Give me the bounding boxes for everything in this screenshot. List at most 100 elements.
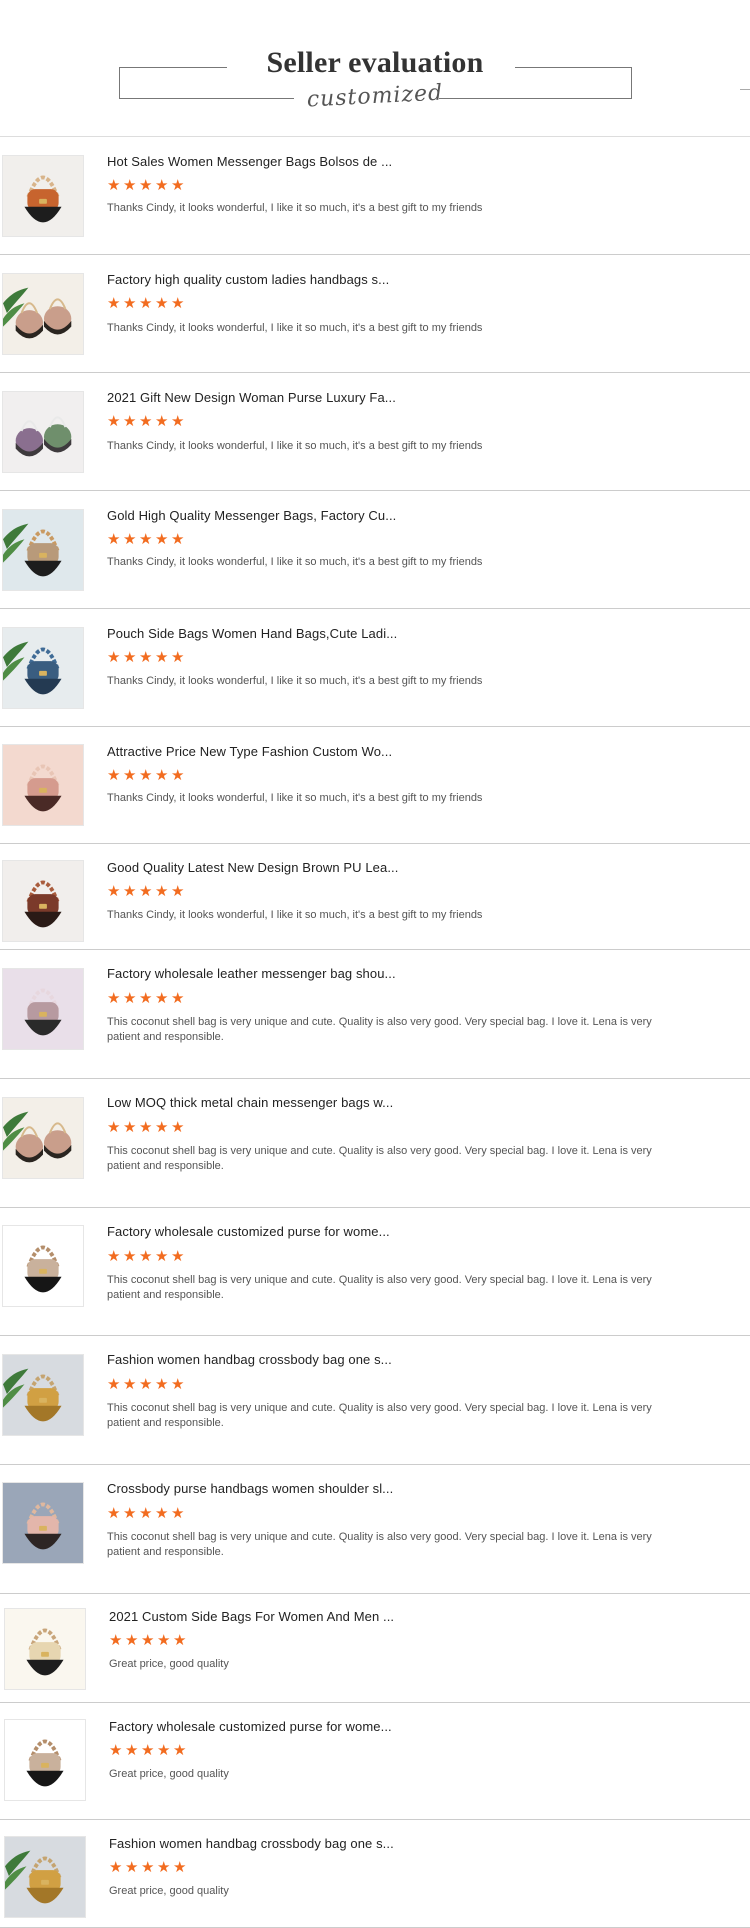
review-comment: Thanks Cindy, it looks wonderful, I like…	[107, 556, 483, 568]
review-item[interactable]: Fashion women handbag crossbody bag one …	[0, 1336, 750, 1465]
product-title-link[interactable]: Factory wholesale customized purse for w…	[109, 1719, 392, 1734]
review-item[interactable]: Hot Sales Women Messenger Bags Bolsos de…	[0, 137, 750, 255]
star-icon: ★	[157, 1632, 171, 1649]
product-thumbnail[interactable]	[2, 1225, 84, 1307]
star-icon: ★	[171, 649, 185, 666]
star-icon: ★	[107, 413, 121, 430]
product-thumbnail[interactable]	[2, 860, 84, 942]
star-icon: ★	[109, 1632, 123, 1649]
product-title-link[interactable]: Crossbody purse handbags women shoulder …	[107, 1481, 393, 1496]
star-rating: ★ ★ ★ ★ ★	[107, 1506, 185, 1521]
product-thumbnail[interactable]	[2, 1097, 84, 1179]
review-item[interactable]: Gold High Quality Messenger Bags, Factor…	[0, 491, 750, 609]
star-icon: ★	[173, 1632, 187, 1649]
product-thumbnail[interactable]	[2, 391, 84, 473]
star-icon: ★	[173, 1859, 187, 1876]
star-icon: ★	[171, 295, 185, 312]
review-comment: Thanks Cindy, it looks wonderful, I like…	[107, 675, 483, 687]
product-title-link[interactable]: Hot Sales Women Messenger Bags Bolsos de…	[107, 154, 392, 169]
product-thumbnail[interactable]	[2, 273, 84, 355]
review-item[interactable]: Factory wholesale leather messenger bag …	[0, 950, 750, 1079]
product-title-link[interactable]: Good Quality Latest New Design Brown PU …	[107, 860, 398, 875]
star-icon: ★	[123, 649, 137, 666]
star-rating: ★ ★ ★ ★ ★	[109, 1859, 187, 1876]
star-rating: ★ ★ ★ ★ ★	[109, 1632, 187, 1649]
product-title-link[interactable]: Gold High Quality Messenger Bags, Factor…	[107, 508, 396, 523]
star-icon: ★	[171, 531, 185, 548]
product-title-link[interactable]: Fashion women handbag crossbody bag one …	[107, 1352, 392, 1367]
product-thumbnail[interactable]	[2, 968, 84, 1050]
star-icon: ★	[139, 531, 153, 548]
review-item[interactable]: Attractive Price New Type Fashion Custom…	[0, 727, 750, 844]
product-thumbnail[interactable]	[2, 627, 84, 709]
star-icon: ★	[107, 883, 121, 900]
star-rating: ★ ★ ★ ★ ★	[107, 1376, 185, 1393]
star-rating: ★ ★ ★ ★ ★	[107, 1248, 185, 1265]
review-item[interactable]: Low MOQ thick metal chain messenger bags…	[0, 1079, 750, 1208]
star-icon: ★	[125, 1859, 139, 1876]
product-thumbnail[interactable]	[4, 1836, 86, 1918]
review-comment: This coconut shell bag is very unique an…	[107, 1531, 652, 1558]
product-title-link[interactable]: Attractive Price New Type Fashion Custom…	[107, 744, 392, 759]
review-item[interactable]: 2021 Gift New Design Woman Purse Luxury …	[0, 373, 750, 491]
product-thumbnail[interactable]	[4, 1719, 86, 1801]
star-icon: ★	[141, 1859, 155, 1876]
product-thumbnail[interactable]	[4, 1608, 86, 1690]
star-icon: ★	[171, 413, 185, 430]
product-thumbnail[interactable]	[2, 509, 84, 591]
review-comment: This coconut shell bag is very unique an…	[107, 1274, 652, 1301]
star-icon: ★	[139, 1376, 153, 1393]
star-icon: ★	[107, 177, 121, 194]
star-icon: ★	[155, 413, 169, 430]
star-icon: ★	[107, 531, 121, 548]
product-title-link[interactable]: Factory wholesale customized purse for w…	[107, 1224, 390, 1239]
star-icon: ★	[139, 649, 153, 666]
star-icon: ★	[123, 177, 137, 194]
star-icon: ★	[171, 1248, 185, 1265]
review-item[interactable]: Crossbody purse handbags women shoulder …	[0, 1465, 750, 1594]
product-title-link[interactable]: 2021 Custom Side Bags For Women And Men …	[109, 1609, 394, 1624]
star-icon: ★	[107, 1119, 121, 1136]
review-item[interactable]: Factory high quality custom ladies handb…	[0, 255, 750, 373]
product-thumbnail[interactable]	[2, 744, 84, 826]
star-rating: ★ ★ ★ ★ ★	[107, 413, 185, 430]
product-title-link[interactable]: Factory high quality custom ladies handb…	[107, 272, 389, 287]
star-icon: ★	[171, 177, 185, 194]
star-icon: ★	[125, 1632, 139, 1649]
review-comment: This coconut shell bag is very unique an…	[107, 1402, 652, 1429]
product-title-link[interactable]: Fashion women handbag crossbody bag one …	[109, 1836, 394, 1851]
star-icon: ★	[155, 883, 169, 900]
star-icon: ★	[123, 295, 137, 312]
star-icon: ★	[109, 1742, 123, 1759]
star-icon: ★	[171, 1119, 185, 1136]
product-thumbnail[interactable]	[2, 1482, 84, 1564]
star-icon: ★	[155, 1119, 169, 1136]
section-header: Seller evaluation customized	[0, 0, 750, 137]
product-thumbnail[interactable]	[2, 1354, 84, 1436]
star-icon: ★	[155, 1376, 169, 1393]
product-title-link[interactable]: Low MOQ thick metal chain messenger bags…	[107, 1095, 393, 1110]
product-title-link[interactable]: 2021 Gift New Design Woman Purse Luxury …	[107, 390, 396, 405]
star-icon: ★	[107, 649, 121, 666]
review-item[interactable]: Good Quality Latest New Design Brown PU …	[0, 844, 750, 950]
star-icon: ★	[139, 177, 153, 194]
star-icon: ★	[171, 883, 185, 900]
review-comment: Great price, good quality	[109, 1885, 229, 1897]
review-item[interactable]: Pouch Side Bags Women Hand Bags,Cute Lad…	[0, 609, 750, 727]
review-item[interactable]: Factory wholesale customized purse for w…	[0, 1703, 750, 1820]
review-item[interactable]: Fashion women handbag crossbody bag one …	[0, 1820, 750, 1928]
star-icon: ★	[171, 1376, 185, 1393]
product-title-link[interactable]: Pouch Side Bags Women Hand Bags,Cute Lad…	[107, 626, 397, 641]
star-icon: ★	[123, 1119, 137, 1136]
star-icon: ★	[155, 1248, 169, 1265]
review-item[interactable]: 2021 Custom Side Bags For Women And Men …	[0, 1594, 750, 1703]
star-icon: ★	[139, 883, 153, 900]
product-title-link[interactable]: Factory wholesale leather messenger bag …	[107, 966, 396, 981]
star-icon: ★	[123, 1376, 137, 1393]
review-item[interactable]: Factory wholesale customized purse for w…	[0, 1208, 750, 1336]
star-icon: ★	[123, 883, 137, 900]
star-rating: ★ ★ ★ ★ ★	[107, 531, 185, 548]
star-icon: ★	[123, 531, 137, 548]
star-icon: ★	[157, 1859, 171, 1876]
product-thumbnail[interactable]	[2, 155, 84, 237]
